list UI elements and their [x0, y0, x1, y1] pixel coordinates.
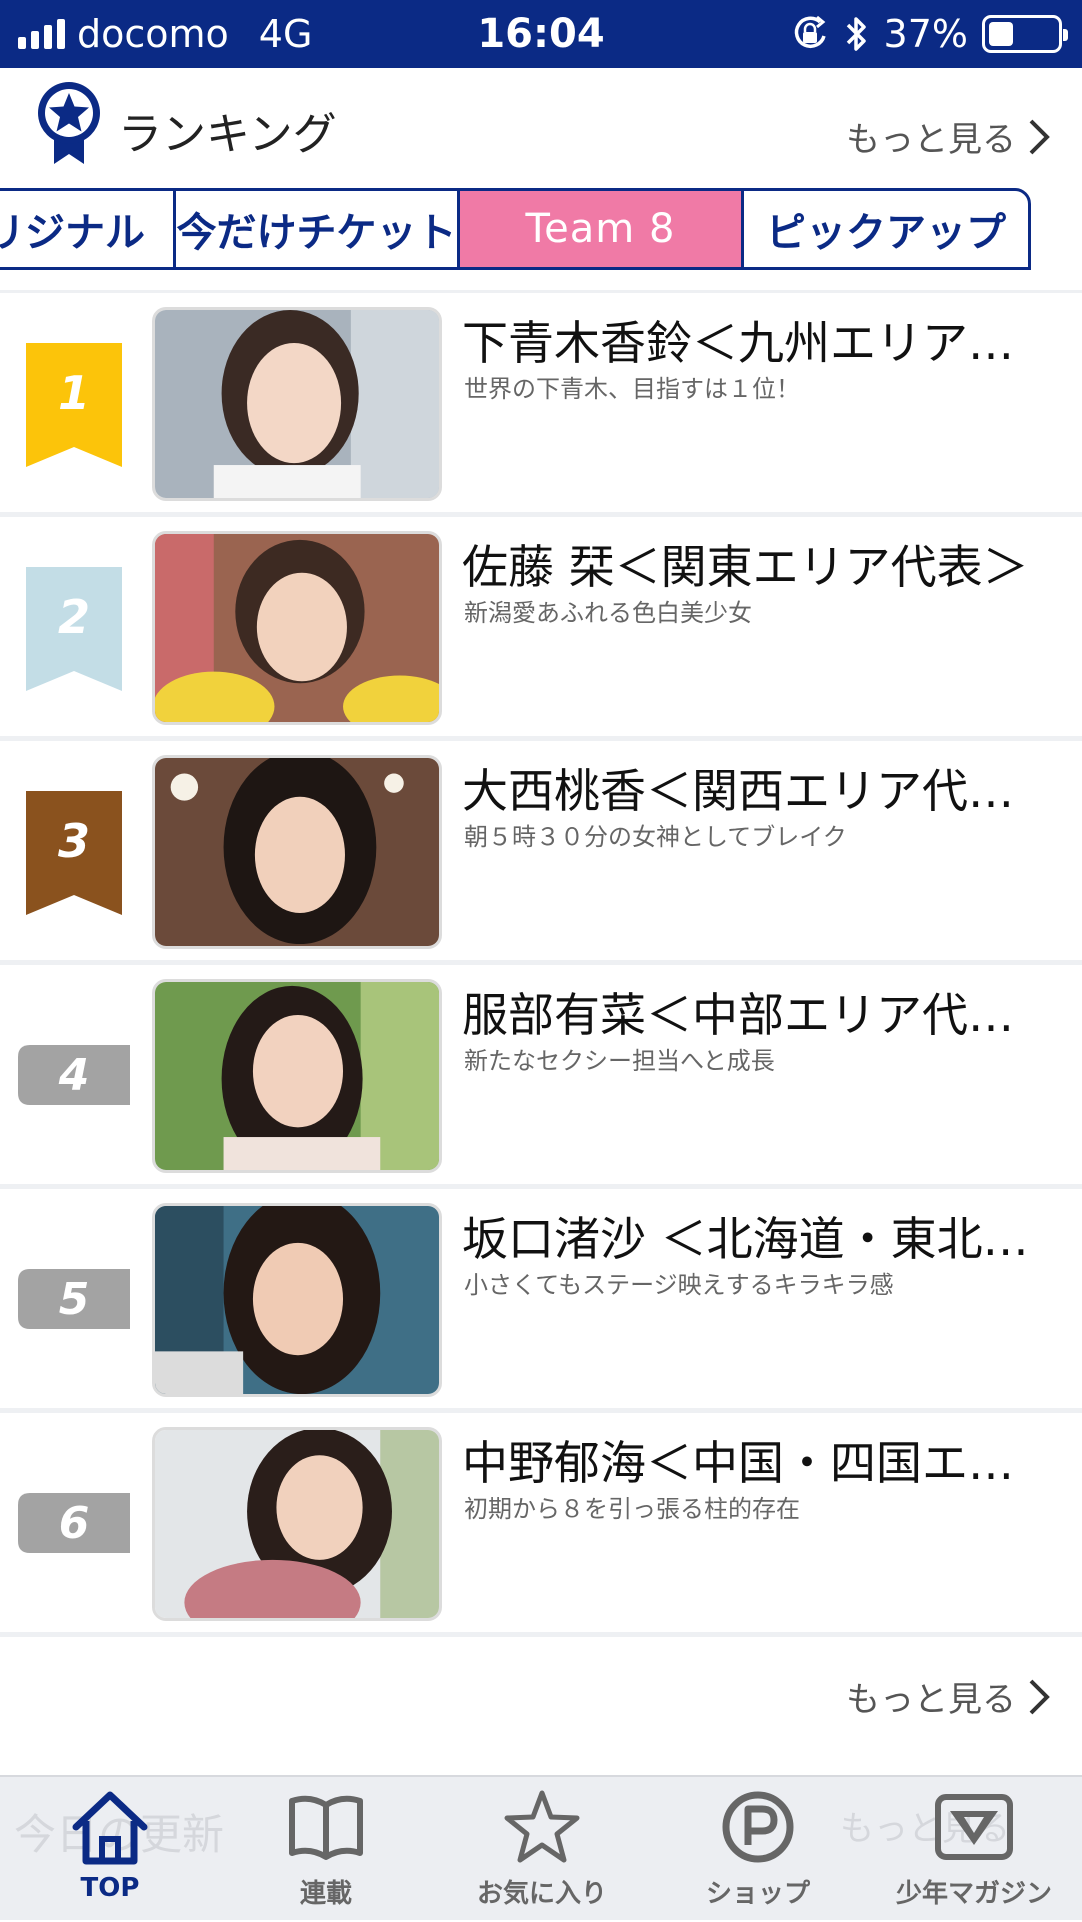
rank-number: 2 [58, 590, 90, 644]
rank-2-ribbon-icon: 2 [26, 567, 122, 691]
member-title: 服部有菜＜中部エリア代… [462, 988, 1014, 1042]
member-subtitle: 初期から８を引っ張る柱的存在 [464, 1495, 800, 1523]
battery-percent: 37% [883, 12, 968, 56]
battery-fill [989, 22, 1014, 46]
photo-placeholder [155, 1430, 439, 1618]
ranking-more-link[interactable]: もっと見る [846, 112, 1052, 161]
tab-pickup[interactable]: ピックアップ [744, 191, 1028, 267]
nav-shonen-magazine[interactable]: 少年マガジン [866, 1777, 1082, 1922]
bluetooth-icon [846, 17, 866, 51]
nav-label: お気に入り [476, 1879, 607, 1909]
member-photo[interactable] [152, 307, 442, 501]
member-subtitle: 世界の下青木、目指すは１位！ [464, 375, 800, 403]
category-tabs: リジナル 今だけチケット Team 8 ピックアップ [0, 188, 1031, 270]
bottom-tab-bar: 今日の更新 もっと見る TOP 連載 お気に入り ショップ 少年マガジン [0, 1775, 1082, 1920]
nav-top[interactable]: TOP [2, 1777, 218, 1922]
rank-number: 4 [58, 1050, 90, 1101]
network-type: 4G [258, 12, 313, 56]
member-subtitle: 新たなセクシー担当へと成長 [464, 1047, 775, 1075]
ranking-title: ランキング [118, 109, 337, 160]
photo-placeholder [155, 534, 439, 722]
member-photo[interactable] [152, 531, 442, 725]
home-icon [72, 1791, 148, 1865]
ranking-item[interactable]: 2 佐藤 栞＜関東エリア代表＞ 新潟愛あふれる色白美少女 [0, 517, 1082, 741]
ranking-item[interactable]: 5 坂口渚沙 ＜北海道・東北… 小さくてもステージ映えするキラキラ感 [0, 1189, 1082, 1413]
rank-4-tag-icon: 4 [18, 1045, 130, 1105]
member-photo[interactable] [152, 755, 442, 949]
photo-placeholder [155, 758, 439, 946]
member-title: 佐藤 栞＜関東エリア代表＞ [462, 540, 1029, 594]
ranking-more-link-bottom[interactable]: もっと見る [846, 1672, 1052, 1721]
tab-original[interactable]: リジナル [0, 191, 176, 267]
nav-label: TOP [80, 1873, 140, 1903]
rank-number: 6 [59, 1498, 90, 1549]
status-left: docomo 4G [18, 10, 312, 58]
battery-icon [982, 15, 1068, 53]
chevron-right-icon [1029, 1679, 1050, 1714]
signal-icon [18, 19, 65, 49]
member-photo[interactable] [152, 1427, 442, 1621]
photo-placeholder [155, 1206, 439, 1394]
member-title: 下青木香鈴＜九州エリア… [462, 316, 1014, 370]
book-icon [289, 1795, 363, 1860]
status-bar: docomo 4G 16:04 37% [0, 0, 1082, 68]
rank-number: 1 [58, 366, 90, 420]
ranking-medal-icon [38, 82, 100, 164]
carrier-name: docomo [77, 12, 229, 56]
member-subtitle: 朝５時３０分の女神としてブレイク [464, 823, 847, 851]
ranking-item[interactable]: 1 下青木香鈴＜九州エリア… 世界の下青木、目指すは１位！ [0, 293, 1082, 517]
rank-3-ribbon-icon: 3 [26, 791, 122, 915]
nav-shop[interactable]: ショップ [650, 1777, 866, 1922]
member-photo[interactable] [152, 979, 442, 1173]
ranking-item[interactable]: 6 中野郁海＜中国・四国エ… 初期から８を引っ張る柱的存在 [0, 1413, 1082, 1637]
photo-placeholder [155, 310, 439, 498]
tab-limited-ticket[interactable]: 今だけチケット [176, 191, 460, 267]
tab-team8[interactable]: Team 8 [460, 191, 744, 267]
ranking-footer: もっと見る [0, 1640, 1082, 1740]
member-subtitle: 新潟愛あふれる色白美少女 [464, 599, 752, 627]
ranking-item[interactable]: 4 服部有菜＜中部エリア代… 新たなセクシー担当へと成長 [0, 965, 1082, 1189]
status-right: 37% [790, 10, 1068, 58]
rank-1-ribbon-icon: 1 [26, 343, 122, 467]
rank-number: 3 [58, 814, 90, 868]
nav-label: 少年マガジン [895, 1879, 1052, 1909]
nav-serial[interactable]: 連載 [218, 1777, 434, 1922]
star-icon [504, 1790, 580, 1863]
nav-label: 連載 [299, 1879, 352, 1909]
nav-favorites[interactable]: お気に入り [434, 1777, 650, 1922]
nav-label: ショップ [705, 1879, 810, 1909]
member-photo[interactable] [152, 1203, 442, 1397]
photo-placeholder [155, 982, 439, 1170]
rank-6-tag-icon: 6 [18, 1493, 130, 1553]
member-title: 坂口渚沙 ＜北海道・東北… [462, 1212, 1029, 1266]
shop-p-icon [722, 1791, 794, 1863]
rank-5-tag-icon: 5 [18, 1269, 130, 1329]
magazine-icon [935, 1794, 1013, 1860]
chevron-right-icon [1029, 119, 1050, 154]
ranking-more-label: もっと見る [846, 120, 1016, 160]
member-subtitle: 小さくてもステージ映えするキラキラ感 [464, 1271, 894, 1299]
rank-number: 5 [59, 1274, 90, 1325]
ranking-more-label: もっと見る [846, 1680, 1016, 1720]
ranking-header: ランキング もっと見る [0, 68, 1082, 188]
ranking-item[interactable]: 3 大西桃香＜関西エリア代… 朝５時３０分の女神としてブレイク [0, 741, 1082, 965]
ranking-list: 1 下青木香鈴＜九州エリア… 世界の下青木、目指すは１位！ 2 佐藤 栞＜関東エ… [0, 290, 1082, 1637]
orientation-lock-icon [794, 15, 826, 49]
member-title: 大西桃香＜関西エリア代… [462, 764, 1014, 818]
member-title: 中野郁海＜中国・四国エ… [462, 1436, 1014, 1490]
